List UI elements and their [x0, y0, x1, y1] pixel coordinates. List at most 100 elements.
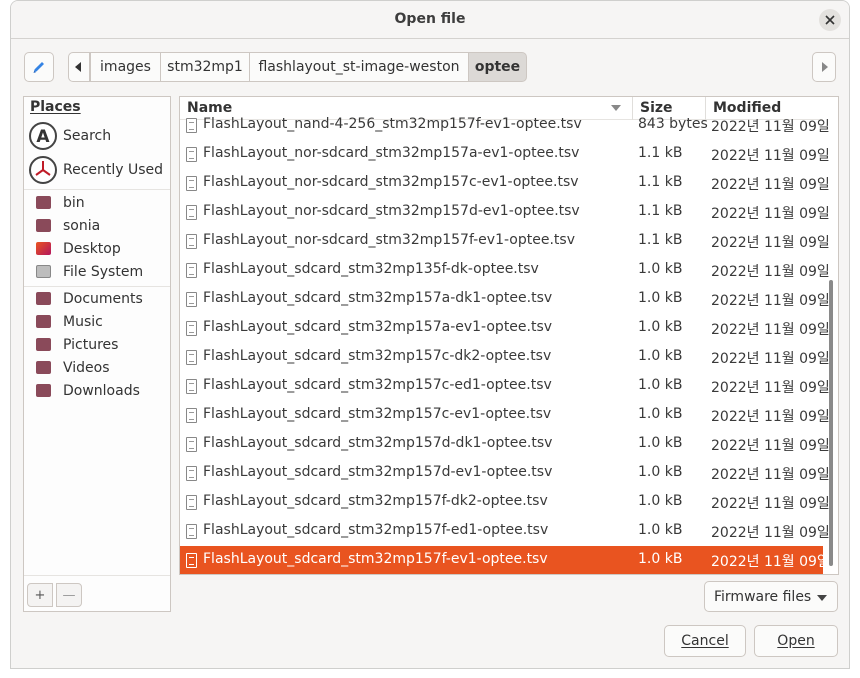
- sidebar-item-label: Recently Used: [63, 162, 164, 178]
- file-size: 1.0 kB: [638, 493, 683, 509]
- text-file-icon: [186, 495, 197, 510]
- videos-folder-icon: [34, 359, 52, 377]
- breadcrumb-images[interactable]: images: [90, 52, 161, 82]
- file-modified: 2022년 11월 09일: [711, 322, 830, 338]
- sidebar-item-search[interactable]: A Search: [24, 119, 170, 153]
- file-row[interactable]: FlashLayout_nor-sdcard_stm32mp157a-ev1-o…: [180, 140, 830, 169]
- file-row[interactable]: FlashLayout_nand-4-256_stm32mp157f-ev1-o…: [180, 111, 830, 140]
- breadcrumb-flashlayout[interactable]: flashlayout_st-image-weston: [250, 52, 469, 82]
- file-row[interactable]: FlashLayout_nor-sdcard_stm32mp157f-ev1-o…: [180, 227, 830, 256]
- file-name: FlashLayout_sdcard_stm32mp157f-ed1-optee…: [203, 522, 549, 538]
- places-sidebar: Places A Search Recently Used bin sonia …: [23, 96, 171, 612]
- file-row[interactable]: FlashLayout_nor-sdcard_stm32mp157d-ev1-o…: [180, 198, 830, 227]
- open-file-dialog: Open file images stm32mp1 flashlayout_st…: [10, 0, 850, 669]
- file-row[interactable]: FlashLayout_sdcard_stm32mp157f-ev1-optee…: [180, 546, 830, 574]
- text-file-icon: [186, 176, 197, 191]
- path-toolbar: images stm32mp1 flashlayout_st-image-wes…: [11, 39, 849, 95]
- text-file-icon: [186, 437, 197, 452]
- text-file-icon: [186, 292, 197, 307]
- file-row[interactable]: FlashLayout_sdcard_stm32mp135f-dk-optee.…: [180, 256, 830, 285]
- file-name: FlashLayout_sdcard_stm32mp157f-ev1-optee…: [203, 551, 548, 567]
- home-folder-icon: [34, 217, 52, 235]
- file-modified: 2022년 11월 09일: [711, 119, 830, 135]
- scrollbar[interactable]: [826, 120, 838, 574]
- file-modified: 2022년 11월 09일: [711, 496, 830, 512]
- text-file-icon: [186, 524, 197, 539]
- breadcrumb-optee[interactable]: optee: [469, 52, 527, 82]
- file-row[interactable]: FlashLayout_sdcard_stm32mp157d-ev1-optee…: [180, 459, 830, 488]
- file-size: 1.0 kB: [638, 406, 683, 422]
- file-row[interactable]: FlashLayout_sdcard_stm32mp157a-dk1-optee…: [180, 285, 830, 314]
- file-name: FlashLayout_nor-sdcard_stm32mp157d-ev1-o…: [203, 203, 580, 219]
- sidebar-item-music[interactable]: Music: [24, 310, 170, 333]
- file-size: 1.0 kB: [638, 464, 683, 480]
- sidebar-item-sonia[interactable]: sonia: [24, 214, 170, 237]
- file-size: 1.1 kB: [638, 174, 683, 190]
- close-button[interactable]: [819, 9, 841, 31]
- file-row[interactable]: FlashLayout_sdcard_stm32mp157c-ev1-optee…: [180, 401, 830, 430]
- pictures-folder-icon: [34, 336, 52, 354]
- sidebar-item-documents[interactable]: Documents: [24, 287, 170, 310]
- cancel-button[interactable]: Cancel: [664, 625, 746, 657]
- scrollbar-thumb[interactable]: [829, 280, 833, 566]
- sidebar-item-label: Videos: [63, 359, 110, 376]
- chevron-right-icon: [822, 62, 828, 72]
- open-button-label: Open: [777, 633, 815, 649]
- sidebar-item-label: Search: [63, 128, 112, 144]
- remove-bookmark-button[interactable]: —: [56, 583, 82, 607]
- sidebar-item-label: Music: [63, 313, 103, 330]
- file-row[interactable]: FlashLayout_sdcard_stm32mp157f-ed1-optee…: [180, 517, 830, 546]
- file-modified: 2022년 11월 09일: [711, 467, 830, 483]
- places-heading: Places: [30, 99, 81, 115]
- titlebar: Open file: [11, 1, 849, 39]
- sidebar-item-label: Desktop: [63, 240, 121, 257]
- file-row[interactable]: FlashLayout_nor-sdcard_stm32mp157c-ev1-o…: [180, 169, 830, 198]
- edit-location-button[interactable]: [24, 52, 54, 82]
- file-size: 843 bytes: [638, 116, 708, 132]
- file-row[interactable]: FlashLayout_sdcard_stm32mp157a-ev1-optee…: [180, 314, 830, 343]
- path-scroll-left-button[interactable]: [68, 52, 90, 82]
- downloads-folder-icon: [34, 382, 52, 400]
- add-bookmark-button[interactable]: +: [27, 583, 53, 607]
- breadcrumb-stm32mp1[interactable]: stm32mp1: [161, 52, 250, 82]
- file-name: FlashLayout_sdcard_stm32mp157c-dk2-optee…: [203, 348, 552, 364]
- file-row[interactable]: FlashLayout_sdcard_stm32mp157c-dk2-optee…: [180, 343, 830, 372]
- file-modified: 2022년 11월 09일: [711, 148, 830, 164]
- folder-icon: [34, 194, 52, 212]
- sidebar-item-label: sonia: [63, 217, 101, 234]
- file-modified: 2022년 11월 09일: [711, 235, 830, 251]
- sidebar-item-pictures[interactable]: Pictures: [24, 333, 170, 356]
- file-modified: 2022년 11월 09일: [711, 264, 830, 280]
- file-name: FlashLayout_sdcard_stm32mp157a-dk1-optee…: [203, 290, 553, 306]
- file-type-filter-dropdown[interactable]: Firmware files: [704, 581, 838, 612]
- dialog-title: Open file: [394, 11, 466, 27]
- file-name: FlashLayout_sdcard_stm32mp157f-dk2-optee…: [203, 493, 548, 509]
- open-button[interactable]: Open: [754, 625, 838, 657]
- sidebar-item-recent[interactable]: Recently Used: [24, 153, 170, 187]
- file-row[interactable]: FlashLayout_sdcard_stm32mp157c-ed1-optee…: [180, 372, 830, 401]
- text-file-icon: [186, 408, 197, 423]
- file-list: Name Size Modified FlashLayout_nand-4-25…: [179, 96, 839, 575]
- file-modified: 2022년 11월 09일: [711, 438, 830, 454]
- file-modified: 2022년 11월 09일: [711, 351, 830, 367]
- drive-icon: [34, 263, 52, 281]
- sidebar-item-file-system[interactable]: File System: [24, 260, 170, 283]
- sidebar-item-bin[interactable]: bin: [24, 191, 170, 214]
- file-size: 1.0 kB: [638, 319, 683, 335]
- pencil-icon: [33, 62, 44, 73]
- sidebar-item-videos[interactable]: Videos: [24, 356, 170, 379]
- file-row[interactable]: FlashLayout_sdcard_stm32mp157f-dk2-optee…: [180, 488, 830, 517]
- file-size: 1.0 kB: [638, 348, 683, 364]
- sidebar-item-desktop[interactable]: Desktop: [24, 237, 170, 260]
- file-modified: 2022년 11월 09일: [711, 554, 830, 570]
- file-size: 1.0 kB: [638, 290, 683, 306]
- path-scroll-right-button[interactable]: [812, 52, 836, 82]
- file-row[interactable]: FlashLayout_sdcard_stm32mp157d-dk1-optee…: [180, 430, 830, 459]
- text-file-icon: [186, 234, 197, 249]
- file-size: 1.0 kB: [638, 261, 683, 277]
- sidebar-item-downloads[interactable]: Downloads: [24, 379, 170, 402]
- music-folder-icon: [34, 313, 52, 331]
- file-modified: 2022년 11월 09일: [711, 177, 830, 193]
- file-name: FlashLayout_sdcard_stm32mp157a-ev1-optee…: [203, 319, 553, 335]
- sidebar-item-label: Downloads: [63, 382, 140, 399]
